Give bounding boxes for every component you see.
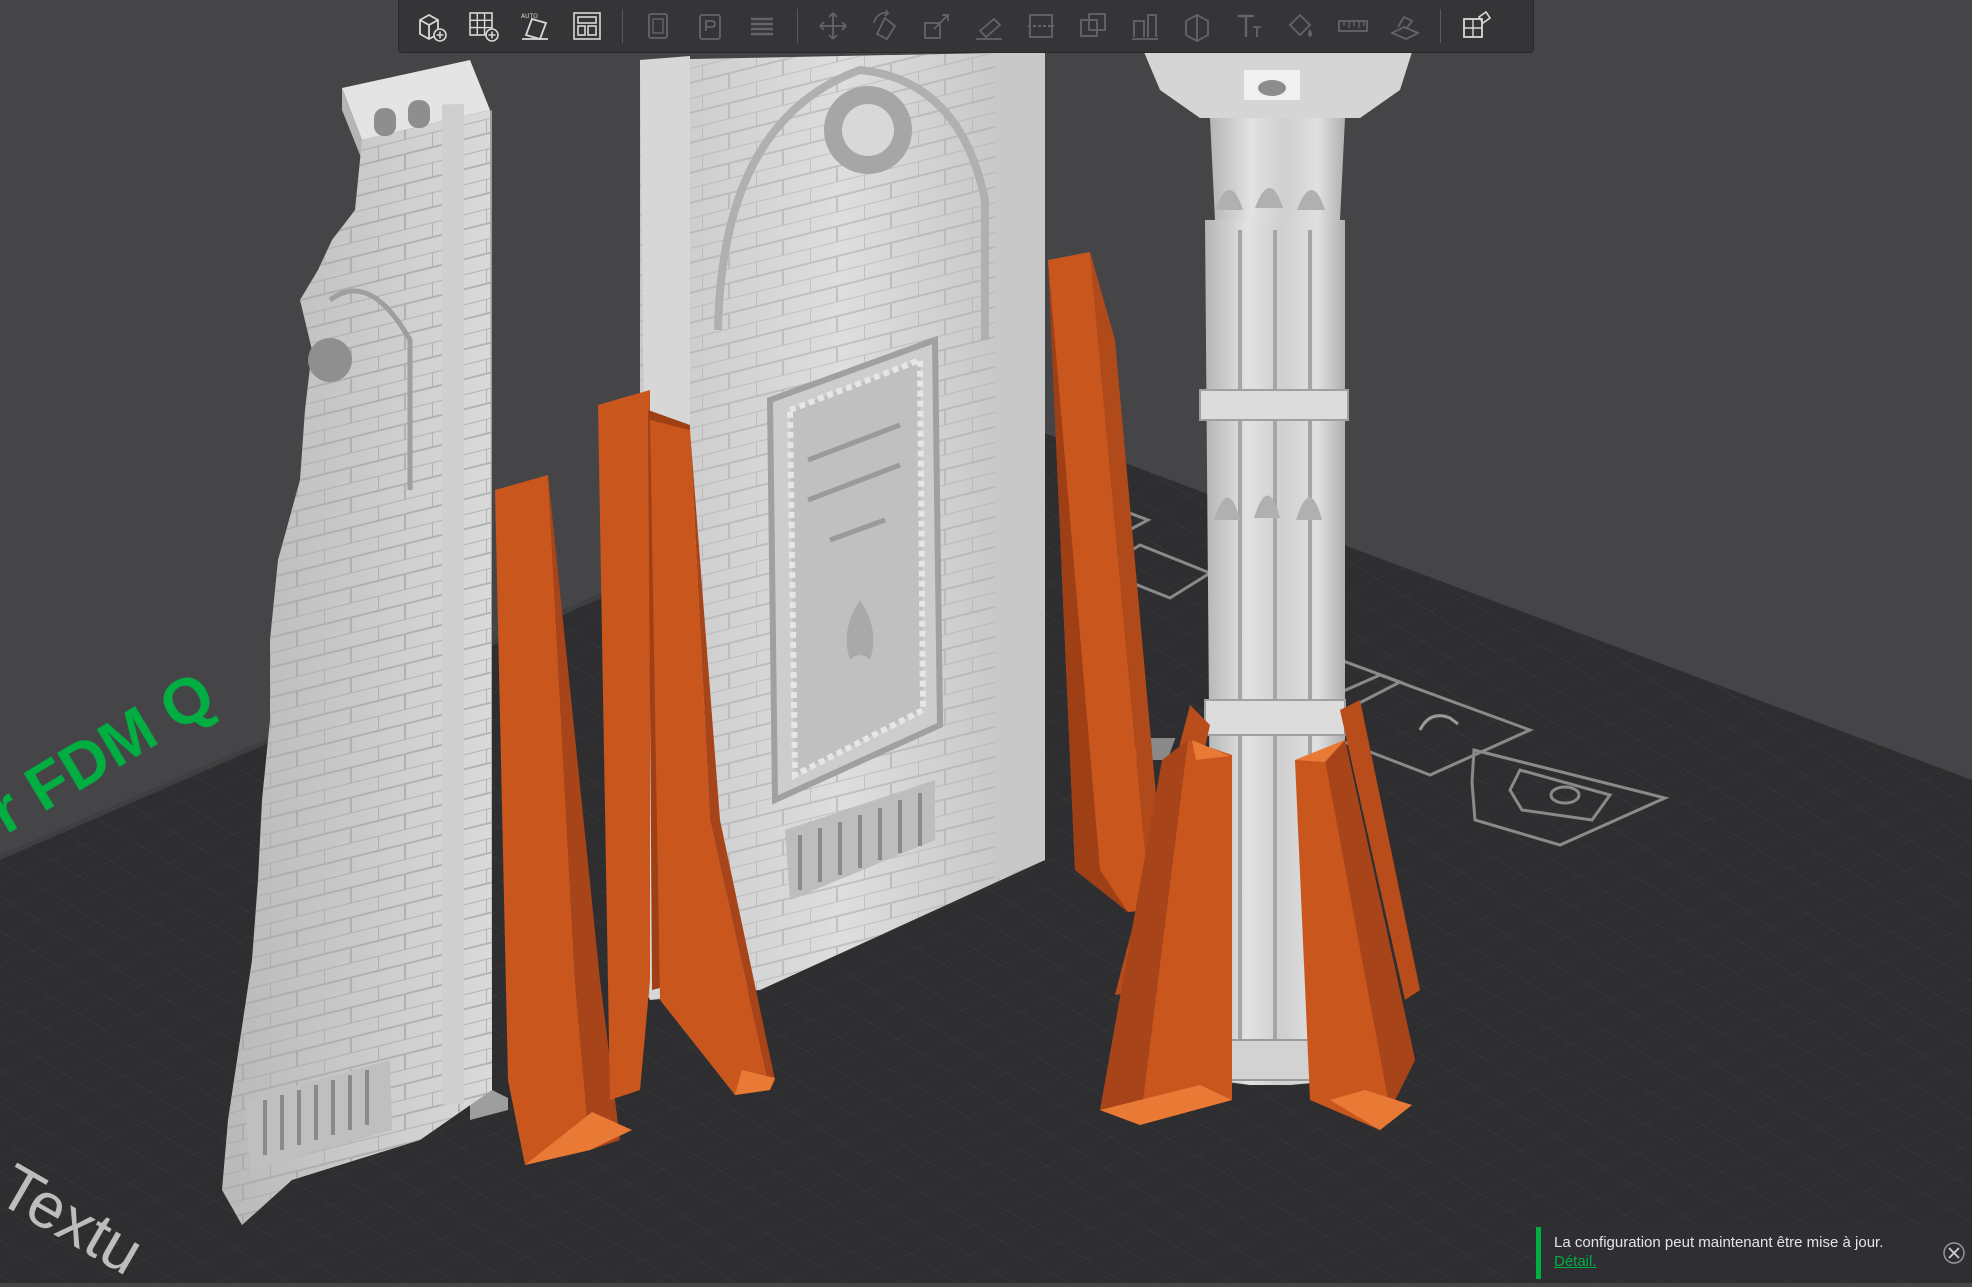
copy-icon[interactable]	[635, 3, 681, 49]
add-plate-grid-icon[interactable]	[460, 3, 506, 49]
assembly-view-icon[interactable]	[1453, 3, 1499, 49]
measure-icon[interactable]	[1330, 3, 1376, 49]
add-cube-icon[interactable]	[408, 3, 454, 49]
layers-icon[interactable]	[739, 3, 785, 49]
toolbar-separator	[622, 9, 623, 43]
paste-icon[interactable]	[687, 3, 733, 49]
boolean-icon[interactable]	[1070, 3, 1116, 49]
text-icon[interactable]	[1226, 3, 1272, 49]
cut-icon[interactable]	[1018, 3, 1064, 49]
rotate-icon[interactable]	[862, 3, 908, 49]
notification-detail-link[interactable]: Détail.	[1554, 1253, 1932, 1271]
update-notification: La configuration peut maintenant être mi…	[1536, 1227, 1968, 1279]
assembly-icon[interactable]	[1382, 3, 1428, 49]
move-icon[interactable]	[810, 3, 856, 49]
model-ruined-wall[interactable]	[222, 60, 508, 1225]
toolbar-separator	[797, 9, 798, 43]
lay-on-face-icon[interactable]	[966, 3, 1012, 49]
notification-message: La configuration peut maintenant être mi…	[1554, 1234, 1884, 1251]
close-icon[interactable]	[1942, 1241, 1966, 1265]
arrange-icon[interactable]	[564, 3, 610, 49]
scale-icon[interactable]	[914, 3, 960, 49]
3d-viewport[interactable]: r FDM Q Textu	[0, 0, 1972, 1287]
auto-orient-icon[interactable]: AUTO	[512, 3, 558, 49]
seam-paint-icon[interactable]	[1174, 3, 1220, 49]
color-paint-icon[interactable]	[1278, 3, 1324, 49]
toolbar-separator	[1440, 9, 1441, 43]
svg-text:AUTO: AUTO	[521, 13, 538, 20]
support-paint-icon[interactable]	[1122, 3, 1168, 49]
main-toolbar: AUTO	[398, 0, 1534, 53]
